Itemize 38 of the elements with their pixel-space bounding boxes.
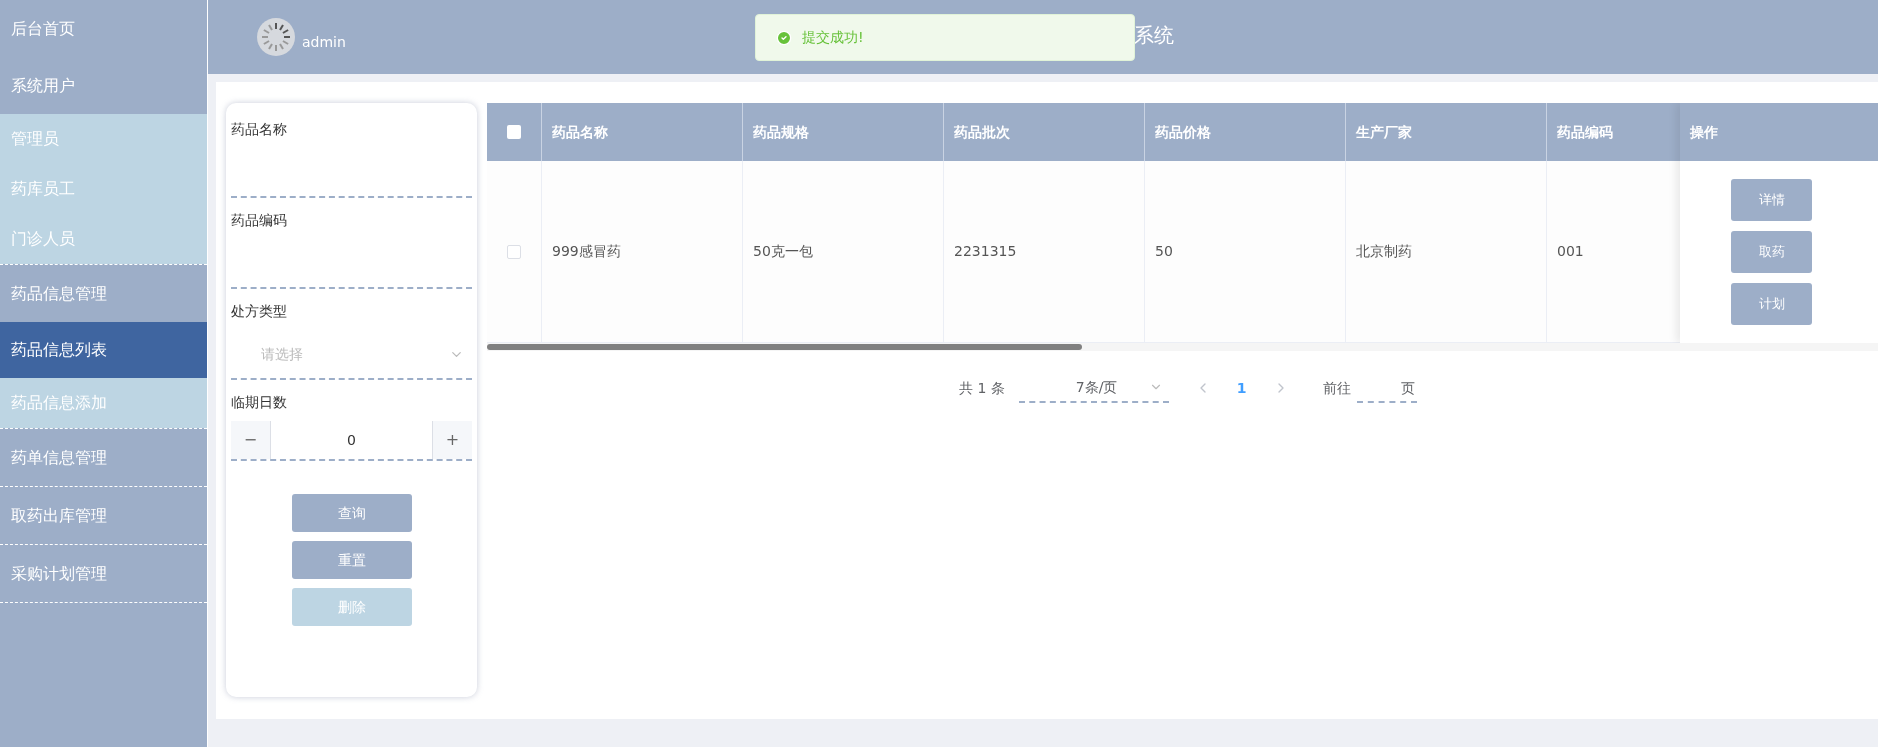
table-cell: 50克一包 — [743, 161, 944, 342]
table-cell: 北京制药 — [1346, 161, 1547, 342]
loading-icon — [256, 17, 296, 57]
table-cell: 999感冒药 — [542, 161, 743, 342]
username: admin — [302, 32, 346, 52]
increment-button[interactable]: + — [432, 421, 472, 459]
select-field[interactable]: 请选择 — [231, 330, 472, 380]
checkbox[interactable] — [507, 125, 521, 139]
number-value: 0 — [346, 430, 357, 450]
goto-label: 前往 — [1322, 378, 1351, 398]
total-count: 共 1 条 — [959, 378, 1005, 398]
check-circle-icon — [776, 29, 792, 46]
header-title: 系统 — [1134, 22, 1174, 49]
sidebar-subitem[interactable]: 药库员工 — [0, 164, 207, 214]
success-toast: 提交成功! — [755, 14, 1135, 61]
row-action-button[interactable]: 取药 — [1731, 231, 1812, 273]
scrollbar-thumb[interactable] — [487, 344, 1082, 350]
sidebar-subitem[interactable]: 药品信息添加 — [0, 378, 207, 428]
page-size-select[interactable]: 7条/页 — [1018, 373, 1169, 403]
checkbox[interactable] — [507, 244, 521, 259]
row-action-button[interactable]: 计划 — [1731, 283, 1812, 325]
table-cell: 2231315 — [944, 161, 1145, 342]
column-header: 操作 — [1680, 103, 1878, 161]
table-cell: 50 — [1145, 161, 1346, 342]
field-label: 处方类型 — [231, 302, 288, 321]
sidebar-subitem[interactable]: 门诊人员 — [0, 214, 207, 264]
sidebar-subitem[interactable]: 管理员 — [0, 114, 207, 164]
filter-button[interactable]: 重置 — [291, 541, 412, 579]
field-label: 药品编码 — [231, 211, 288, 230]
number-stepper[interactable]: − 0 + — [231, 421, 472, 461]
field-label: 药品名称 — [231, 120, 288, 139]
decrement-button[interactable]: − — [231, 421, 271, 459]
filter-button[interactable]: 查询 — [291, 494, 412, 532]
sidebar-subitem[interactable]: 药品信息列表 — [0, 322, 207, 378]
page-number[interactable]: 1 — [1224, 377, 1259, 399]
row-action-button[interactable]: 详情 — [1731, 179, 1812, 221]
field-label: 临期日数 — [231, 393, 288, 412]
goto-suffix: 页 — [1400, 378, 1415, 398]
